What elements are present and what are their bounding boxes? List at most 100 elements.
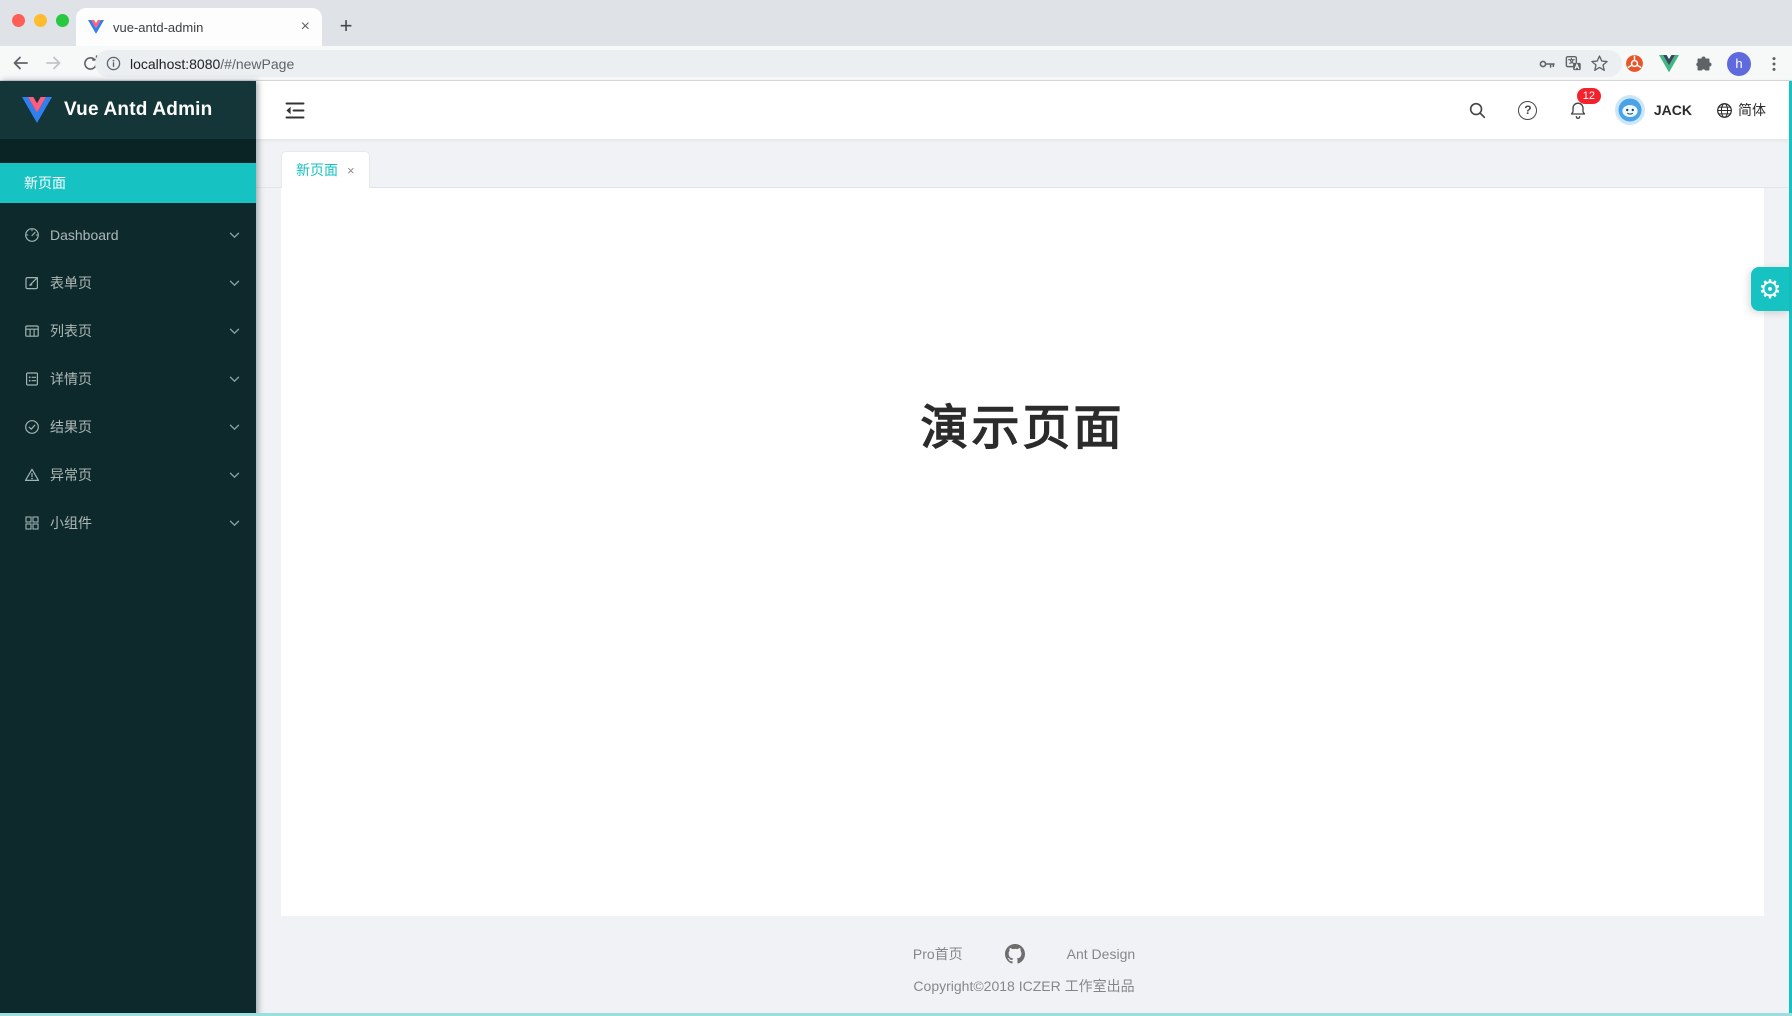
sidebar: Vue Antd Admin 新页面 Dashboard <box>0 81 256 1016</box>
sidebar-item-result-page[interactable]: 结果页 <box>0 407 256 447</box>
app-title: Vue Antd Admin <box>64 99 212 121</box>
chevron-down-icon <box>229 472 240 479</box>
extensions-button[interactable] <box>1692 52 1716 76</box>
back-button[interactable] <box>6 49 34 77</box>
browser-profile-avatar[interactable]: h <box>1727 52 1751 76</box>
bookmark-star-button[interactable] <box>1586 51 1612 77</box>
user-menu[interactable]: JACK <box>1615 95 1692 125</box>
url-path: /#/newPage <box>220 56 294 72</box>
browser-menu-button[interactable] <box>1762 52 1786 76</box>
notifications-button[interactable]: 12 <box>1565 97 1591 123</box>
footer-link-pro-home[interactable]: Pro首页 <box>913 944 963 964</box>
sidebar-item-new-page[interactable]: 新页面 <box>0 163 256 203</box>
tab-close-icon[interactable]: × <box>347 163 355 178</box>
warning-icon <box>24 467 40 483</box>
url-host: localhost:8080 <box>130 56 220 72</box>
browser-tab-title: vue-antd-admin <box>113 20 292 35</box>
question-circle-icon: ? <box>1518 101 1537 120</box>
back-arrow-icon <box>10 53 30 73</box>
new-tab-button[interactable]: + <box>330 10 362 42</box>
chevron-down-icon <box>229 232 240 239</box>
extension-cluster: h <box>1622 49 1786 78</box>
help-button[interactable]: ? <box>1515 97 1541 123</box>
sidebar-item-form-page[interactable]: 表单页 <box>0 263 256 303</box>
browser-toolbar: localhost:8080/#/newPage <box>0 46 1792 81</box>
maximize-window-button[interactable] <box>56 14 69 27</box>
vue-devtools-button[interactable] <box>1657 52 1681 76</box>
search-button[interactable] <box>1465 97 1491 123</box>
star-icon <box>1590 54 1609 73</box>
sidebar-item-detail-page[interactable]: 详情页 <box>0 359 256 399</box>
translate-button[interactable] <box>1560 51 1586 77</box>
translate-icon <box>1564 54 1583 73</box>
vue-logo-icon <box>22 97 52 123</box>
url-text[interactable]: localhost:8080/#/newPage <box>130 56 1534 72</box>
sidebar-item-label: 异常页 <box>50 465 229 485</box>
footer-link-ant-design[interactable]: Ant Design <box>1067 946 1135 962</box>
footer-links: Pro首页 Ant Design <box>256 941 1792 967</box>
sidebar-item-widgets[interactable]: 小组件 <box>0 503 256 543</box>
password-key-button[interactable] <box>1534 51 1560 77</box>
forward-button[interactable] <box>40 49 68 77</box>
footer-github-link[interactable] <box>1005 944 1025 964</box>
orange-extension-icon <box>1624 53 1645 74</box>
app-root: Vue Antd Admin 新页面 Dashboard <box>0 81 1792 1016</box>
copyright: Copyright©2018 ICZER 工作室出品 <box>256 976 1792 996</box>
extension-orange-button[interactable] <box>1622 52 1646 76</box>
key-icon <box>1537 54 1557 74</box>
page-title: 演示页面 <box>281 388 1764 458</box>
sidebar-item-label: 表单页 <box>50 273 229 293</box>
chevron-down-icon <box>229 280 240 287</box>
screen: vue-antd-admin × + <box>0 0 1792 1016</box>
tab-label: 新页面 <box>296 160 338 180</box>
sidebar-item-label: 列表页 <box>50 321 229 341</box>
avatar <box>1615 95 1645 125</box>
sidebar-menu: Dashboard 表单页 <box>0 203 256 543</box>
minimize-window-button[interactable] <box>34 14 47 27</box>
search-icon <box>1468 101 1487 120</box>
sidebar-item-dashboard[interactable]: Dashboard <box>0 215 256 255</box>
page-footer: Pro首页 Ant Design Copyright©2018 ICZER 工作… <box>256 941 1792 996</box>
language-switcher[interactable]: 简体 <box>1716 100 1766 120</box>
tab-new-page[interactable]: 新页面 × <box>281 151 370 188</box>
check-circle-icon <box>24 419 40 435</box>
sidebar-item-list-page[interactable]: 列表页 <box>0 311 256 351</box>
sidebar-item-label: 小组件 <box>50 513 229 533</box>
username: JACK <box>1654 102 1692 118</box>
chevron-down-icon <box>229 328 240 335</box>
globe-icon <box>1716 102 1733 119</box>
dashboard-icon <box>24 227 40 243</box>
sidebar-collapse-button[interactable] <box>282 97 308 123</box>
chevron-down-icon <box>229 520 240 527</box>
settings-drawer-button[interactable]: ⚙ <box>1751 267 1789 311</box>
forward-arrow-icon <box>44 53 64 73</box>
page-tabbar: 新页面 × <box>256 139 1792 188</box>
sidebar-item-label: 详情页 <box>50 369 229 389</box>
chevron-down-icon <box>229 424 240 431</box>
table-icon <box>24 323 40 339</box>
browser-tab[interactable]: vue-antd-admin × <box>76 8 322 46</box>
sidebar-item-label: 新页面 <box>24 173 66 193</box>
sidebar-item-exception-page[interactable]: 异常页 <box>0 455 256 495</box>
browser-tabstrip: vue-antd-admin × + <box>0 0 1792 46</box>
vue-favicon-icon <box>88 20 104 34</box>
info-icon[interactable] <box>105 55 122 72</box>
url-bar[interactable]: localhost:8080/#/newPage <box>95 50 1622 77</box>
block-icon <box>24 515 40 531</box>
tab-close-icon[interactable]: × <box>301 19 310 35</box>
content-card: 演示页面 <box>281 188 1764 916</box>
gear-icon: ⚙ <box>1758 276 1781 302</box>
form-icon <box>24 275 40 291</box>
menu-fold-icon <box>284 101 306 120</box>
vue-devtools-icon <box>1659 55 1679 73</box>
app-header: ? 12 <box>256 81 1792 139</box>
sidebar-logo[interactable]: Vue Antd Admin <box>0 81 256 139</box>
notification-badge: 12 <box>1577 88 1601 104</box>
puzzle-icon <box>1694 54 1714 74</box>
github-icon <box>1005 944 1025 964</box>
close-window-button[interactable] <box>12 14 25 27</box>
main-area: ? 12 <box>256 81 1792 1016</box>
language-label: 简体 <box>1738 100 1766 120</box>
sidebar-item-label: Dashboard <box>50 227 229 243</box>
header-actions: ? 12 <box>1465 81 1766 139</box>
